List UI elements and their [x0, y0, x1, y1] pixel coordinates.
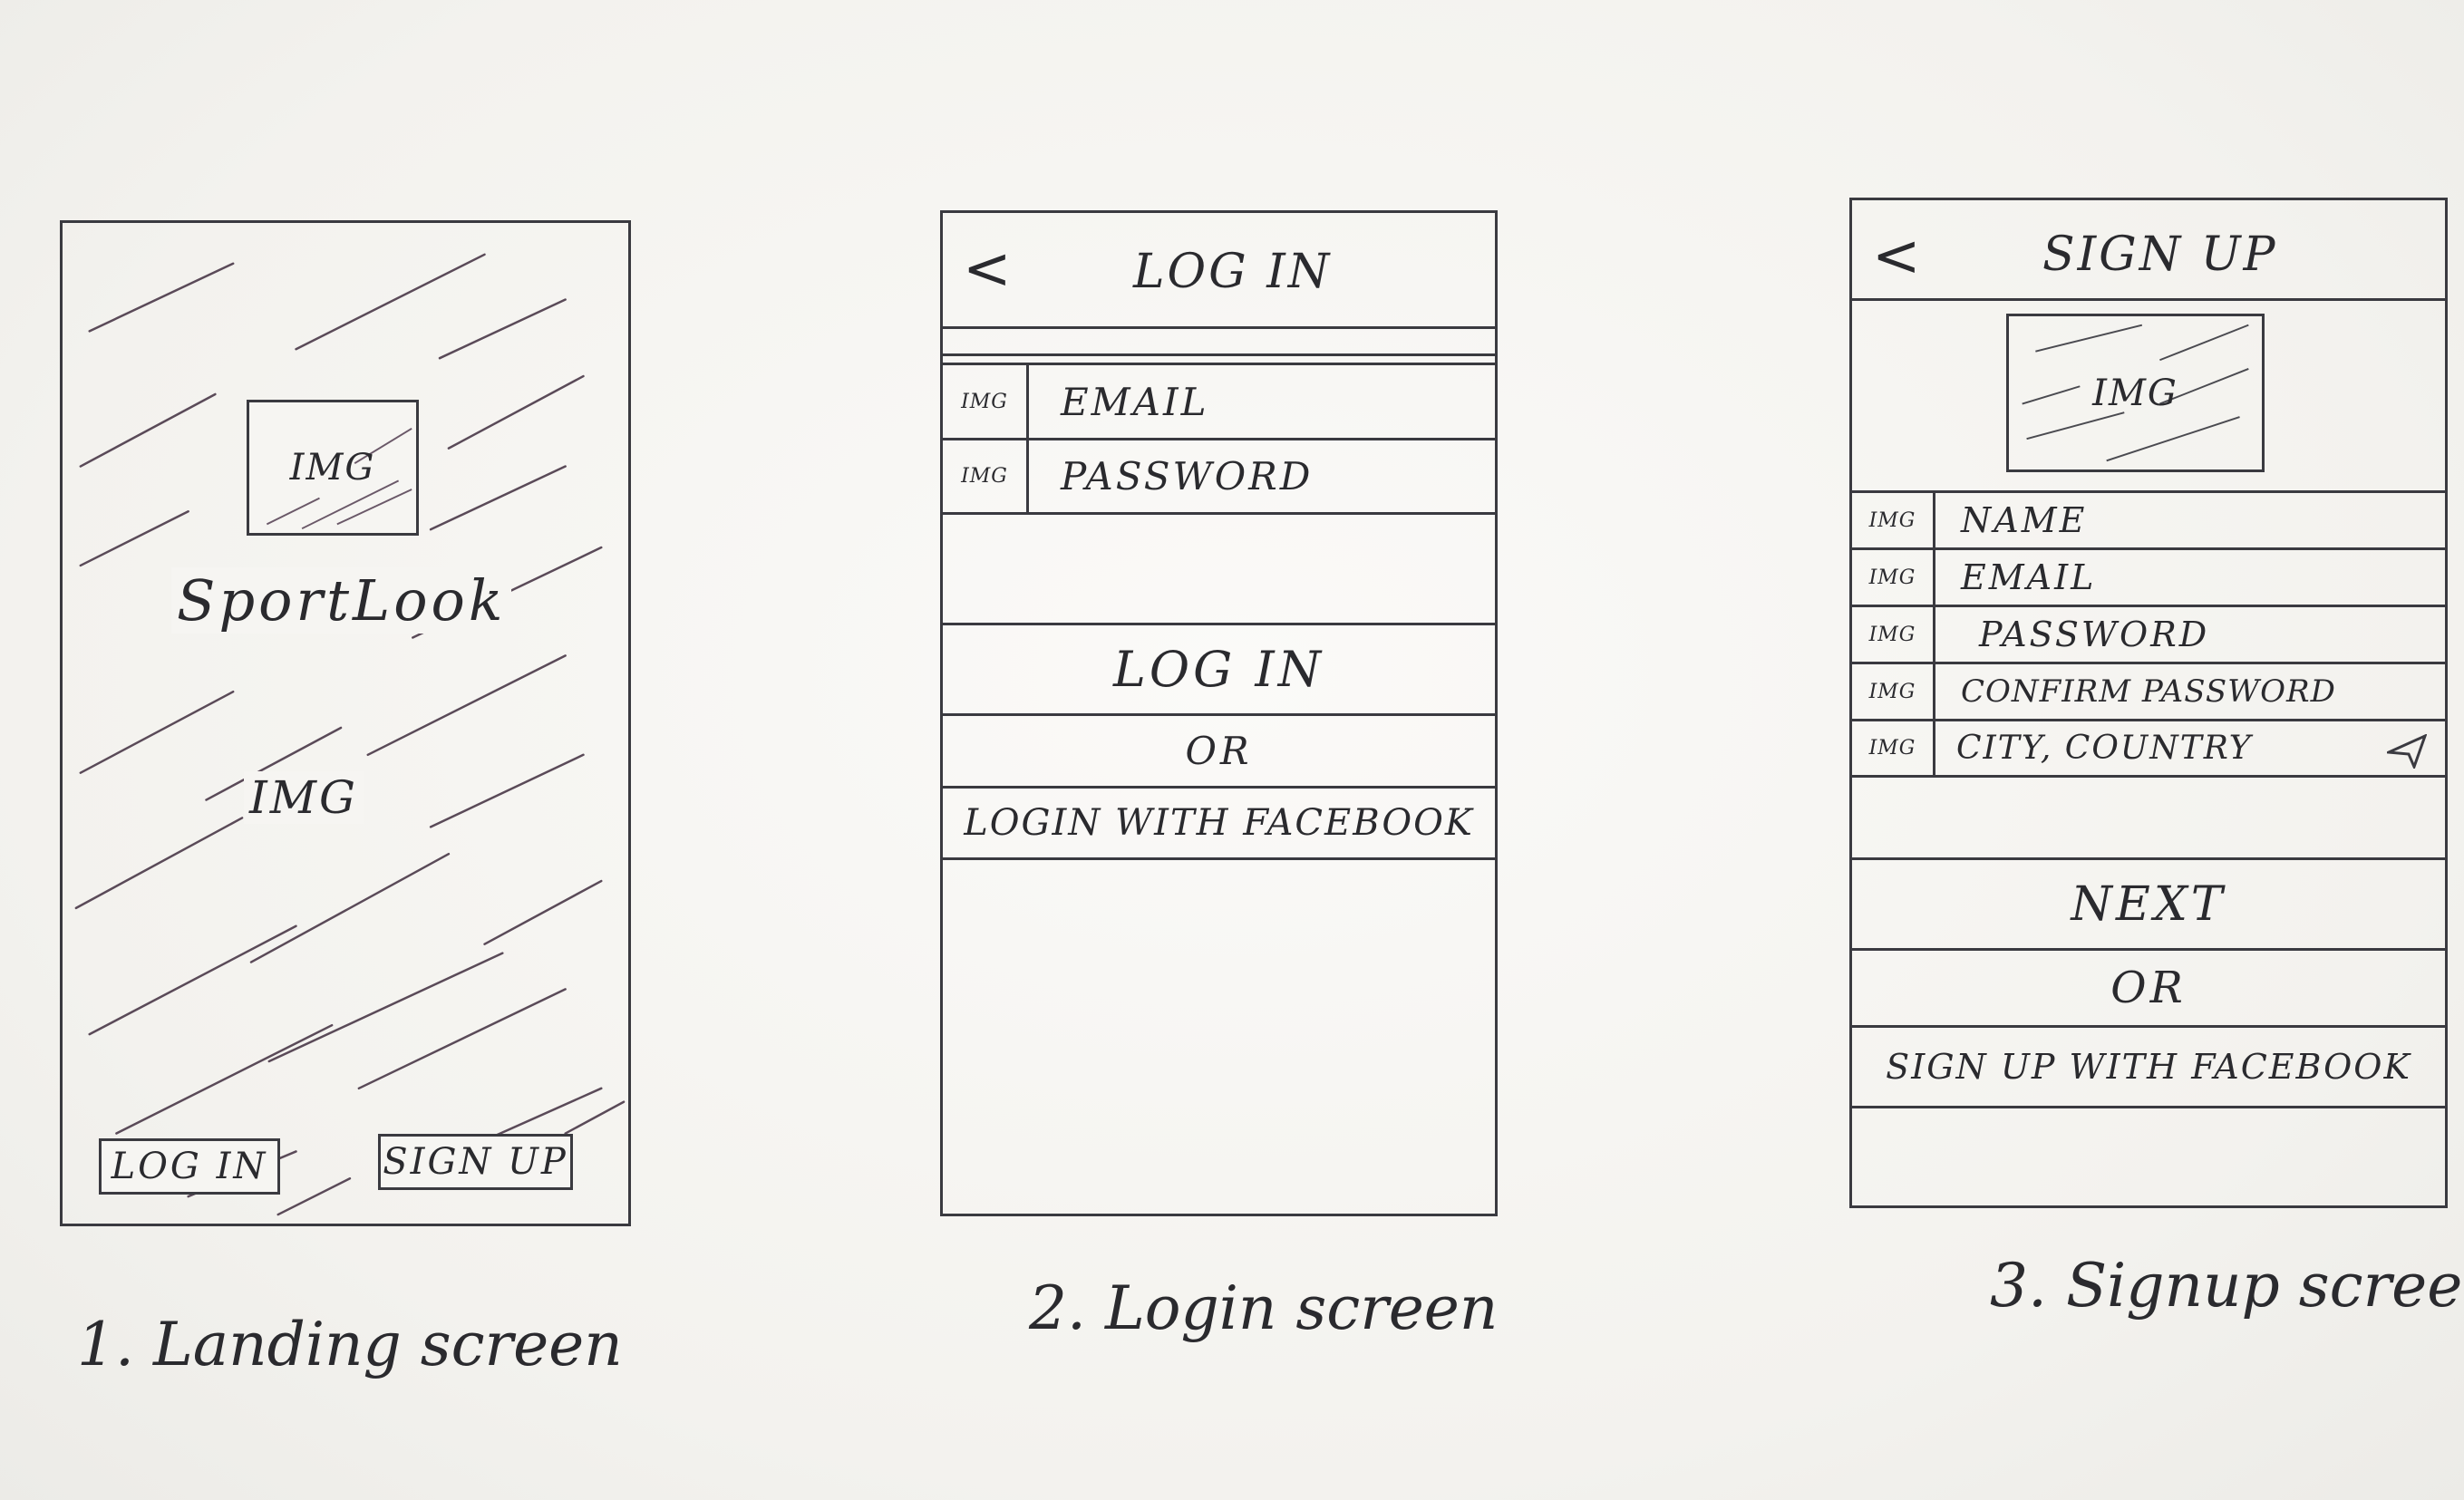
- name-field-icon: IMG: [1852, 493, 1935, 547]
- password-field-icon: IMG: [943, 440, 1029, 512]
- facebook-signup-label: SIGN UP WITH FACEBOOK: [1886, 1047, 2411, 1087]
- name-field-label: NAME: [1961, 500, 2088, 540]
- password-field-label: PASSWORD: [1979, 615, 2210, 654]
- or-text: OR: [2110, 963, 2187, 1013]
- city-country-field-label: CITY, COUNTRY: [1956, 730, 2253, 767]
- signup-caption: 3. Signup screen: [1990, 1251, 2464, 1321]
- login-submit-button[interactable]: LOG IN: [943, 623, 1495, 713]
- landing-caption: 1. Landing screen: [77, 1310, 623, 1379]
- email-field-label: EMAIL: [1061, 379, 1209, 424]
- signup-avatar-image: IMG: [2006, 314, 2265, 472]
- landing-logo-img-label: IMG: [289, 447, 376, 489]
- login-screen: < LOG IN IMG EMAIL IMG PASSWORD LOG IN O…: [940, 210, 1498, 1216]
- login-caption: 2. Login screen: [1029, 1273, 1499, 1343]
- password-field-label: PASSWORD: [1061, 454, 1314, 498]
- facebook-login-label: LOGIN WITH FACEBOOK: [964, 802, 1474, 844]
- password-field-icon: IMG: [1852, 607, 1935, 662]
- back-icon[interactable]: <: [963, 240, 1012, 298]
- location-arrow-icon[interactable]: [2387, 734, 2427, 769]
- or-separator: OR: [1852, 948, 2445, 1025]
- login-button[interactable]: LOG IN: [99, 1138, 280, 1195]
- landing-screen: IMG SportLook IMG LOG IN SIGN UP: [60, 220, 631, 1226]
- landing-hatching: [74, 253, 626, 1216]
- avatar-img-label: IMG: [2092, 372, 2178, 414]
- confirm-password-field-icon: IMG: [1852, 664, 1935, 719]
- signup-title: SIGN UP: [2042, 227, 2278, 282]
- login-title: LOG IN: [1133, 245, 1333, 299]
- header-divider: [1852, 298, 2445, 301]
- email-field[interactable]: IMG EMAIL: [943, 363, 1495, 438]
- confirm-password-field-label: CONFIRM PASSWORD: [1961, 673, 2336, 710]
- landing-background-img-label: IMG: [244, 771, 364, 824]
- signup-screen: < SIGN UP IMG IMG NAME IMG EMAIL IMG PAS…: [1849, 198, 2448, 1208]
- password-field[interactable]: IMG PASSWORD: [943, 438, 1495, 515]
- confirm-password-field[interactable]: IMG CONFIRM PASSWORD: [1852, 662, 2445, 719]
- email-field-icon: IMG: [1852, 550, 1935, 605]
- header-divider-2: [943, 353, 1495, 356]
- back-icon[interactable]: <: [1872, 227, 1921, 285]
- city-country-field[interactable]: IMG CITY, COUNTRY: [1852, 719, 2445, 778]
- or-text: OR: [1185, 729, 1253, 773]
- email-field[interactable]: IMG EMAIL: [1852, 547, 2445, 605]
- facebook-signup-button[interactable]: SIGN UP WITH FACEBOOK: [1852, 1025, 2445, 1108]
- login-submit-label: LOG IN: [1112, 641, 1324, 698]
- password-field[interactable]: IMG PASSWORD: [1852, 605, 2445, 662]
- next-button-label: NEXT: [2071, 876, 2226, 932]
- signup-button[interactable]: SIGN UP: [378, 1134, 573, 1190]
- email-field-label: EMAIL: [1961, 557, 2097, 597]
- app-name-title: SportLook: [171, 567, 512, 634]
- header-divider: [943, 326, 1495, 329]
- or-separator: OR: [943, 713, 1495, 786]
- facebook-login-button[interactable]: LOGIN WITH FACEBOOK: [943, 786, 1495, 860]
- landing-logo-image: IMG: [247, 400, 419, 536]
- email-field-icon: IMG: [943, 365, 1029, 438]
- next-button[interactable]: NEXT: [1852, 857, 2445, 948]
- city-country-field-icon: IMG: [1852, 721, 1935, 775]
- name-field[interactable]: IMG NAME: [1852, 490, 2445, 547]
